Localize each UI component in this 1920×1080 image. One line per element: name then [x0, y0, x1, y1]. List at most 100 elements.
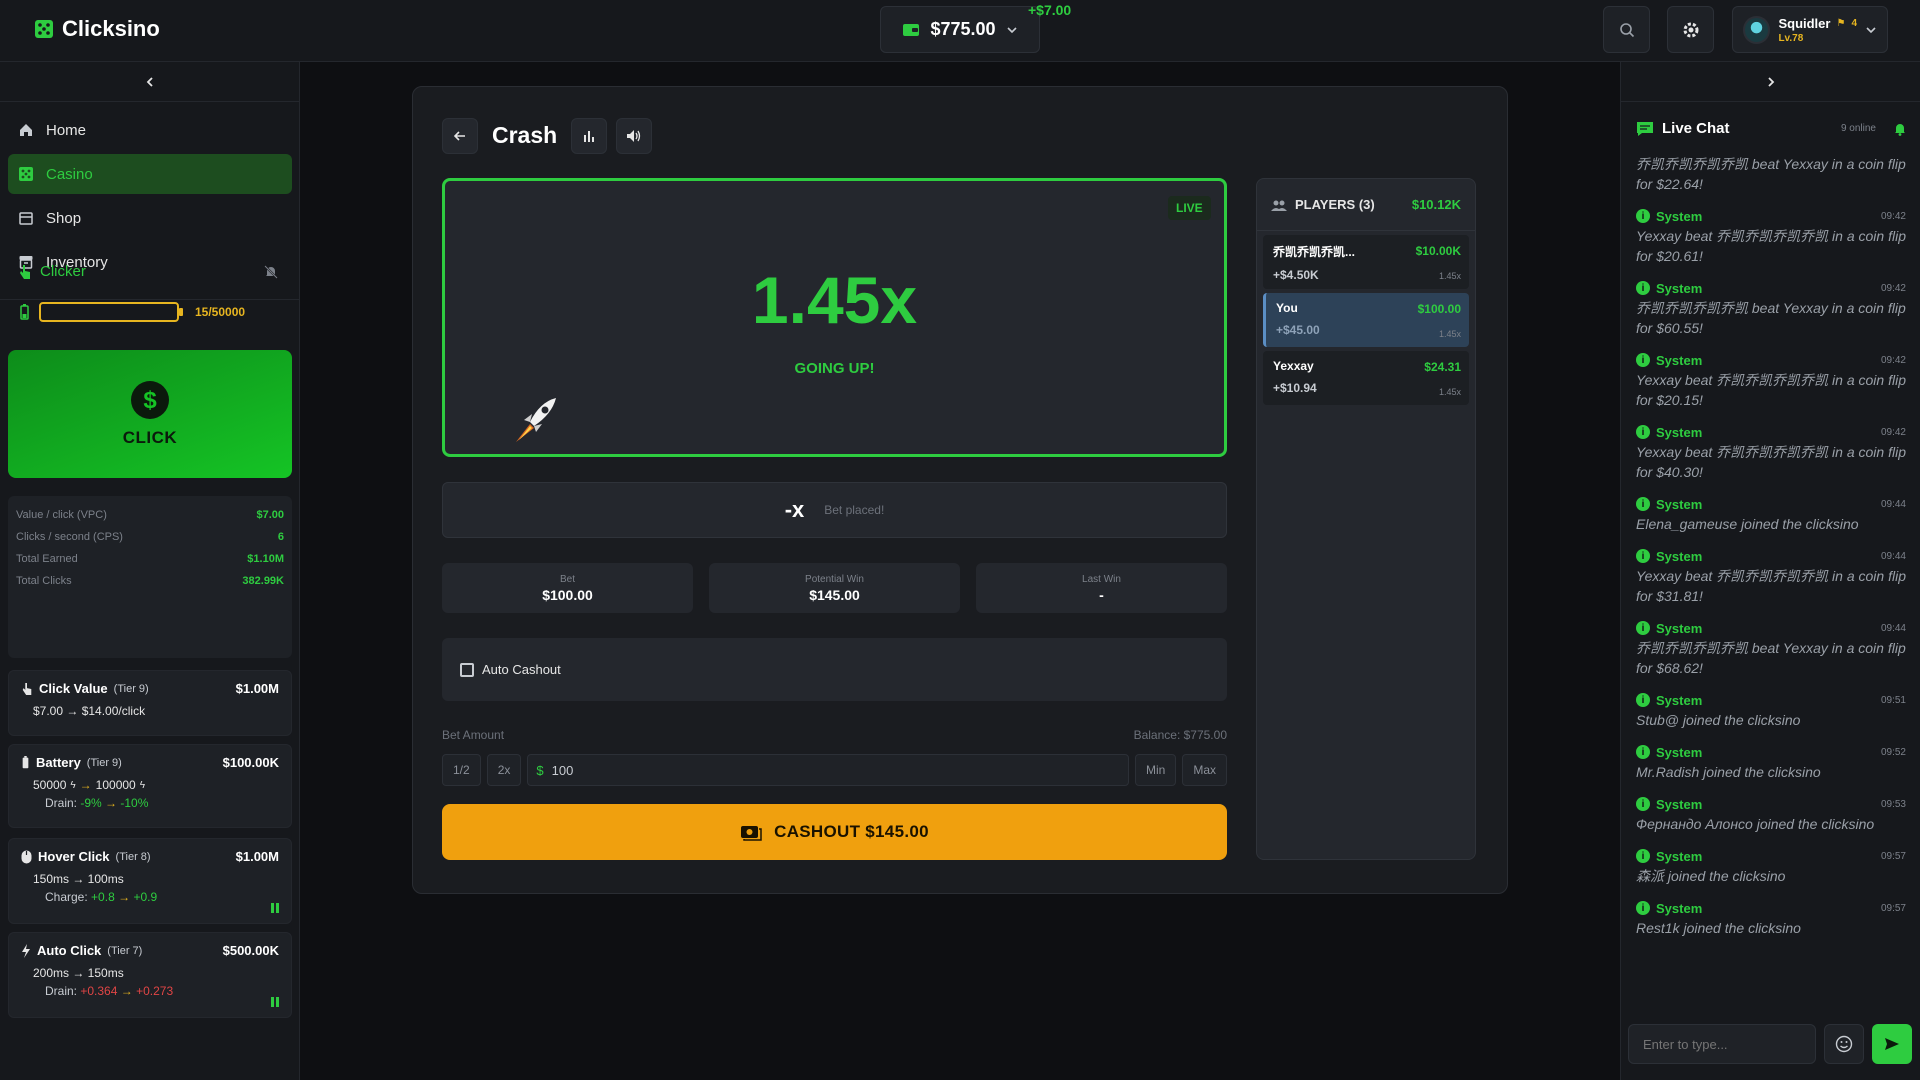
chat-input[interactable] — [1628, 1024, 1816, 1064]
upgrade-click-value[interactable]: Click Value (Tier 9) $1.00M $7.00 → $14.0… — [8, 670, 292, 736]
upgrade-name-wrap: Hover Click (Tier 8) — [21, 849, 151, 864]
upgrade-tier: (Tier 8) — [115, 850, 151, 863]
bell-off-icon[interactable] — [264, 264, 278, 279]
chevron-left-icon — [144, 76, 156, 88]
bell-icon[interactable] — [1894, 122, 1906, 136]
emoji-button[interactable] — [1824, 1024, 1864, 1064]
collapse-right-button[interactable] — [1621, 62, 1920, 102]
battery-icon — [21, 756, 30, 769]
app-name: Clicksino — [62, 16, 160, 41]
card-label: Bet — [559, 573, 575, 585]
upgrade-auto-click[interactable]: Auto Click (Tier 7) $500.00K 200ms → 150m… — [8, 932, 292, 1018]
player-row-you: You $100.00 +$45.00 1.45x — [1263, 293, 1469, 347]
chat-message: i System 09:52 Mr.Radish joined the clicks… — [1636, 742, 1906, 782]
top-bar: Clicksino $775.00 +$7.00 Squidler ⚑ 4 Lv… — [0, 0, 1920, 62]
chevron-right-icon — [1765, 76, 1777, 88]
result-multiplier: -x — [784, 497, 805, 522]
pointer-icon — [21, 682, 33, 696]
message-time: 09:57 — [1880, 850, 1906, 862]
cash-icon — [740, 823, 762, 841]
arrow-icon: → — [79, 778, 92, 792]
drain-from: +0.364 — [80, 984, 118, 998]
chevron-down-icon — [1865, 24, 1877, 36]
message-text: 森派 joined the clicksino — [1636, 868, 1786, 884]
double-bet-button[interactable]: 2x — [486, 754, 522, 786]
message-time: 09:42 — [1880, 354, 1906, 366]
search-button[interactable] — [1603, 6, 1650, 53]
trophy-icon: ⚑ — [1836, 17, 1846, 29]
cashout-button[interactable]: CASHOUT $145.00 — [442, 804, 1227, 860]
user-menu[interactable]: Squidler ⚑ 4 Lv.78 — [1732, 6, 1888, 53]
send-button[interactable] — [1872, 1024, 1912, 1064]
arrow-left-icon — [453, 129, 467, 143]
clicker-stats: Value / click (VPC) $7.00 Clicks / second… — [8, 496, 292, 658]
sound-button[interactable] — [616, 118, 652, 154]
back-button[interactable] — [442, 118, 478, 154]
pause-icon[interactable] — [271, 903, 279, 913]
auto-cashout-toggle[interactable]: Auto Cashout — [442, 638, 1227, 701]
card-label: Last Win — [1082, 573, 1121, 585]
upgrade-name: Hover Click — [38, 849, 110, 864]
upgrade-detail: 150ms → 100ms — [33, 872, 124, 886]
chevron-down-icon — [1006, 24, 1018, 36]
player-bet: $100.00 — [1417, 302, 1461, 316]
message-text: Yexxay beat 乔凯乔凯乔凯乔凯 in a coin flip for … — [1636, 228, 1906, 264]
min-bet-button[interactable]: Min — [1134, 754, 1177, 786]
dice-logo-icon — [34, 19, 54, 39]
cashout-label: CASHOUT $145.00 — [774, 822, 929, 841]
nav-label: Shop — [46, 209, 82, 227]
message-sender: System — [1656, 496, 1703, 512]
balance-dropdown[interactable]: $775.00 — [880, 6, 1040, 53]
message-time: 09:57 — [1880, 902, 1906, 914]
user-level: Lv.78 — [1778, 32, 1804, 44]
mouse-icon — [21, 850, 32, 864]
message-time: 09:44 — [1880, 498, 1906, 510]
message-time: 09:44 — [1880, 622, 1906, 634]
max-bet-button[interactable]: Max — [1182, 754, 1227, 786]
arrow-icon: → — [105, 796, 118, 810]
upgrade-name-wrap: Click Value (Tier 9) — [21, 681, 149, 696]
nav-item-home[interactable]: Home — [8, 110, 292, 150]
chat-message: i System 09:42 Yexxay beat 乔凯乔凯乔凯乔凯 in a c… — [1636, 422, 1906, 482]
online-count: 9 online — [1840, 123, 1876, 134]
charge-label: Charge: — [45, 890, 88, 904]
auto-cashout-checkbox[interactable] — [460, 662, 474, 677]
message-text: 乔凯乔凯乔凯乔凯 beat Yexxay in a coin flip for … — [1636, 300, 1906, 336]
settings-button[interactable] — [1667, 6, 1714, 53]
upgrade-drain: Drain: +0.364 → +0.273 — [21, 984, 279, 998]
upgrade-from: 50000 — [33, 778, 67, 792]
bet-amount-value: 100 — [551, 762, 574, 778]
message-sender: System — [1656, 900, 1703, 916]
dice-icon — [18, 166, 34, 182]
logo[interactable]: Clicksino — [34, 16, 160, 42]
upgrade-detail: 50000 ϟ → 100000 ϟ — [21, 778, 279, 792]
stat-value: $1.10M — [247, 553, 284, 565]
upgrade-cost: $1.00M — [235, 849, 279, 864]
half-bet-button[interactable]: 1/2 — [442, 754, 481, 786]
bolt-icon: ϟ — [139, 779, 146, 791]
collapse-left-button[interactable] — [0, 62, 300, 102]
pause-icon[interactable] — [271, 997, 279, 1007]
stats-button[interactable] — [571, 118, 607, 154]
info-icon: i — [1636, 901, 1650, 915]
message-time: 09:51 — [1880, 694, 1906, 706]
nav-item-casino[interactable]: Casino — [8, 154, 292, 194]
stat-row: Clicks / second (CPS) 6 — [16, 526, 284, 548]
upgrade-name-wrap: Auto Click (Tier 7) — [21, 943, 142, 958]
upgrade-battery[interactable]: Battery (Tier 9) $100.00K 50000 ϟ → 10000… — [8, 744, 292, 828]
bet-amount-input[interactable]: $ 100 — [527, 754, 1129, 786]
click-button[interactable]: $ CLICK — [8, 350, 292, 478]
message-sender: System — [1656, 848, 1703, 864]
stat-row: Value / click (VPC) $7.00 — [16, 504, 284, 526]
upgrade-hover-click[interactable]: Hover Click (Tier 8) $1.00M 150ms → 100ms… — [8, 838, 292, 924]
nav-item-shop[interactable]: Shop — [8, 198, 292, 238]
balance-delta: +$7.00 — [1028, 2, 1072, 18]
message-sender: System — [1656, 548, 1703, 564]
info-icon: i — [1636, 797, 1650, 811]
players-title-wrap: PLAYERS (3) — [1271, 197, 1375, 212]
chat-message: i System 09:42 Yexxay beat 乔凯乔凯乔凯乔凯 in a c… — [1636, 206, 1906, 266]
game-title: Crash — [492, 122, 558, 148]
upgrade-tier: (Tier 9) — [86, 756, 122, 769]
users-icon — [1271, 199, 1287, 211]
nav-label: Casino — [46, 165, 93, 183]
